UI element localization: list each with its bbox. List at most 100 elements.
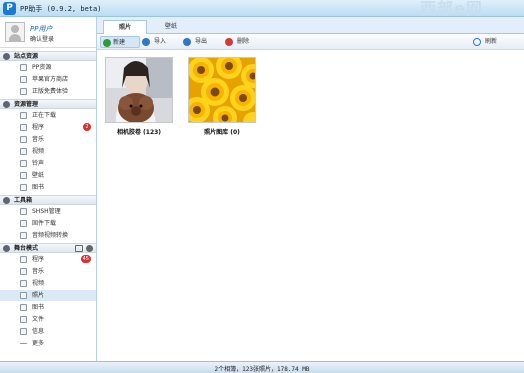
status-text: 2个相簿，123张照片，178.74 MB — [214, 366, 310, 373]
import-button[interactable]: 导入 — [142, 36, 176, 48]
section-label: 资源管理 — [14, 101, 39, 108]
avatar[interactable] — [5, 22, 25, 42]
section-device[interactable]: 舞台模式 — [0, 243, 96, 253]
sidebar-item-free-trial[interactable]: 正版免费体验 — [0, 86, 96, 97]
user-name[interactable]: PP用户 — [30, 24, 52, 34]
sidebar-item-shsh[interactable]: SHSH管理 — [0, 206, 96, 217]
sidebar-item-label: PP资源 — [32, 64, 52, 71]
message-icon — [20, 328, 27, 335]
sidebar-item-device-files[interactable]: 文件 — [0, 314, 96, 325]
sidebar-item-pp-resources[interactable]: PP资源 — [0, 62, 96, 73]
video-icon — [20, 148, 27, 155]
sidebar-item-device-music[interactable]: 音乐 — [0, 266, 96, 277]
export-button[interactable]: 导出 — [183, 36, 217, 48]
sidebar-item-label: 视频 — [32, 148, 45, 155]
convert-icon — [20, 232, 27, 239]
section-label: 工具箱 — [14, 197, 33, 204]
collapse-icon — [3, 53, 10, 60]
pp-icon — [20, 64, 27, 71]
album-thumbnail — [188, 57, 256, 123]
sidebar-item-device-video[interactable]: 视频 — [0, 278, 96, 289]
sync-icon[interactable] — [75, 245, 83, 252]
sidebar-item-wallpapers[interactable]: 壁纸 — [0, 170, 96, 181]
sidebar-item-label: SHSH管理 — [32, 208, 61, 215]
button-label: 导入 — [154, 38, 167, 45]
collapse-icon — [3, 197, 10, 204]
section-label: 舞台模式 — [14, 245, 39, 252]
music-icon — [20, 268, 27, 275]
sidebar-item-label: 视频 — [32, 280, 45, 287]
add-icon — [103, 39, 111, 47]
sidebar-item-device-apps[interactable]: 程序 45 — [0, 254, 96, 265]
apps-icon — [20, 124, 27, 131]
delete-button[interactable]: 删除 — [225, 36, 259, 48]
store-icon — [20, 76, 27, 83]
app-window: P PP助手 (0.9.2, beta) 西部e网 PP用户 确认登录 站点资源… — [0, 0, 524, 373]
button-label: 新建 — [113, 39, 126, 46]
apps-icon — [20, 256, 27, 263]
sidebar-item-label: 图书 — [32, 184, 45, 191]
sidebar-item-converter[interactable]: 音频视频转换 — [0, 230, 96, 241]
album-camera-roll[interactable]: 相机胶卷 (123) — [101, 55, 177, 139]
sidebar-item-downloading[interactable]: 正在下载 — [0, 110, 96, 121]
sidebar-item-label: 更多 — [32, 340, 45, 347]
shsh-icon — [20, 208, 27, 215]
count-badge: 2 — [83, 123, 91, 131]
photo-icon — [20, 292, 27, 299]
music-icon — [20, 136, 27, 143]
sidebar-item-label: 壁纸 — [32, 172, 45, 179]
new-album-button[interactable]: 新建 — [100, 36, 140, 48]
count-badge: 45 — [80, 255, 91, 263]
download-icon — [20, 112, 27, 119]
sidebar-item-label: 正版免费体验 — [32, 88, 69, 95]
sidebar-item-apps[interactable]: 程序 2 — [0, 122, 96, 133]
album-photo-library[interactable]: 照片图库 (0) — [184, 55, 260, 139]
album-thumbnail — [105, 57, 173, 123]
folder-icon — [20, 316, 27, 323]
button-label: 刷新 — [485, 38, 498, 45]
book-icon — [20, 184, 27, 191]
sidebar-item-device-more[interactable]: 更多 — [0, 338, 96, 349]
sidebar-item-label: 图书 — [32, 304, 45, 311]
eject-icon[interactable] — [86, 245, 93, 252]
export-icon — [183, 38, 191, 46]
button-label: 删除 — [237, 38, 250, 45]
sidebar-item-music[interactable]: 音乐 — [0, 134, 96, 145]
camera-roll-thumbnail-image — [106, 58, 172, 122]
main-panel: 照片 壁纸 新建 导入 导出 删除 刷新 相机胶卷 (123) 照片图库 (0) — [97, 17, 524, 361]
collapse-icon — [3, 101, 10, 108]
video-icon — [20, 280, 27, 287]
refresh-button[interactable]: 刷新 — [473, 36, 513, 48]
bell-icon — [20, 160, 27, 167]
tab-bar: 照片 壁纸 — [97, 17, 524, 35]
sidebar-item-label: 正在下载 — [32, 112, 57, 119]
sidebar-item-device-messages[interactable]: 信息 — [0, 326, 96, 337]
firmware-icon — [20, 220, 27, 227]
sidebar-item-device-photos[interactable]: 照片 — [0, 290, 96, 301]
sidebar-item-ringtones[interactable]: 铃声 — [0, 158, 96, 169]
button-label: 导出 — [195, 38, 208, 45]
sidebar-item-label: 苹果官方商店 — [32, 76, 69, 83]
avatar-body-icon — [9, 34, 21, 41]
sidebar-item-label: 音乐 — [32, 268, 45, 275]
sidebar-item-label: 程序 — [32, 124, 45, 131]
sidebar-item-video[interactable]: 视频 — [0, 146, 96, 157]
import-icon — [142, 38, 150, 46]
tab-wallpapers[interactable]: 壁纸 — [149, 20, 193, 34]
login-link[interactable]: 确认登录 — [30, 34, 54, 43]
image-icon — [20, 172, 27, 179]
section-manage[interactable]: 资源管理 — [0, 99, 96, 109]
tab-photos[interactable]: 照片 — [103, 20, 147, 35]
collapse-icon — [3, 245, 10, 252]
section-tools[interactable]: 工具箱 — [0, 195, 96, 205]
toolbar: 新建 导入 导出 删除 刷新 — [97, 34, 524, 50]
gift-icon — [20, 88, 27, 95]
section-site[interactable]: 站点资源 — [0, 51, 96, 61]
app-logo: P — [3, 2, 16, 15]
sidebar-item-apple-store[interactable]: 苹果官方商店 — [0, 74, 96, 85]
sidebar-item-label: 固件下载 — [32, 220, 57, 227]
sidebar-item-device-books[interactable]: 图书 — [0, 302, 96, 313]
sidebar-item-firmware[interactable]: 固件下载 — [0, 218, 96, 229]
sidebar-item-books[interactable]: 图书 — [0, 182, 96, 193]
status-bar: 2个相簿，123张照片，178.74 MB — [0, 361, 524, 373]
